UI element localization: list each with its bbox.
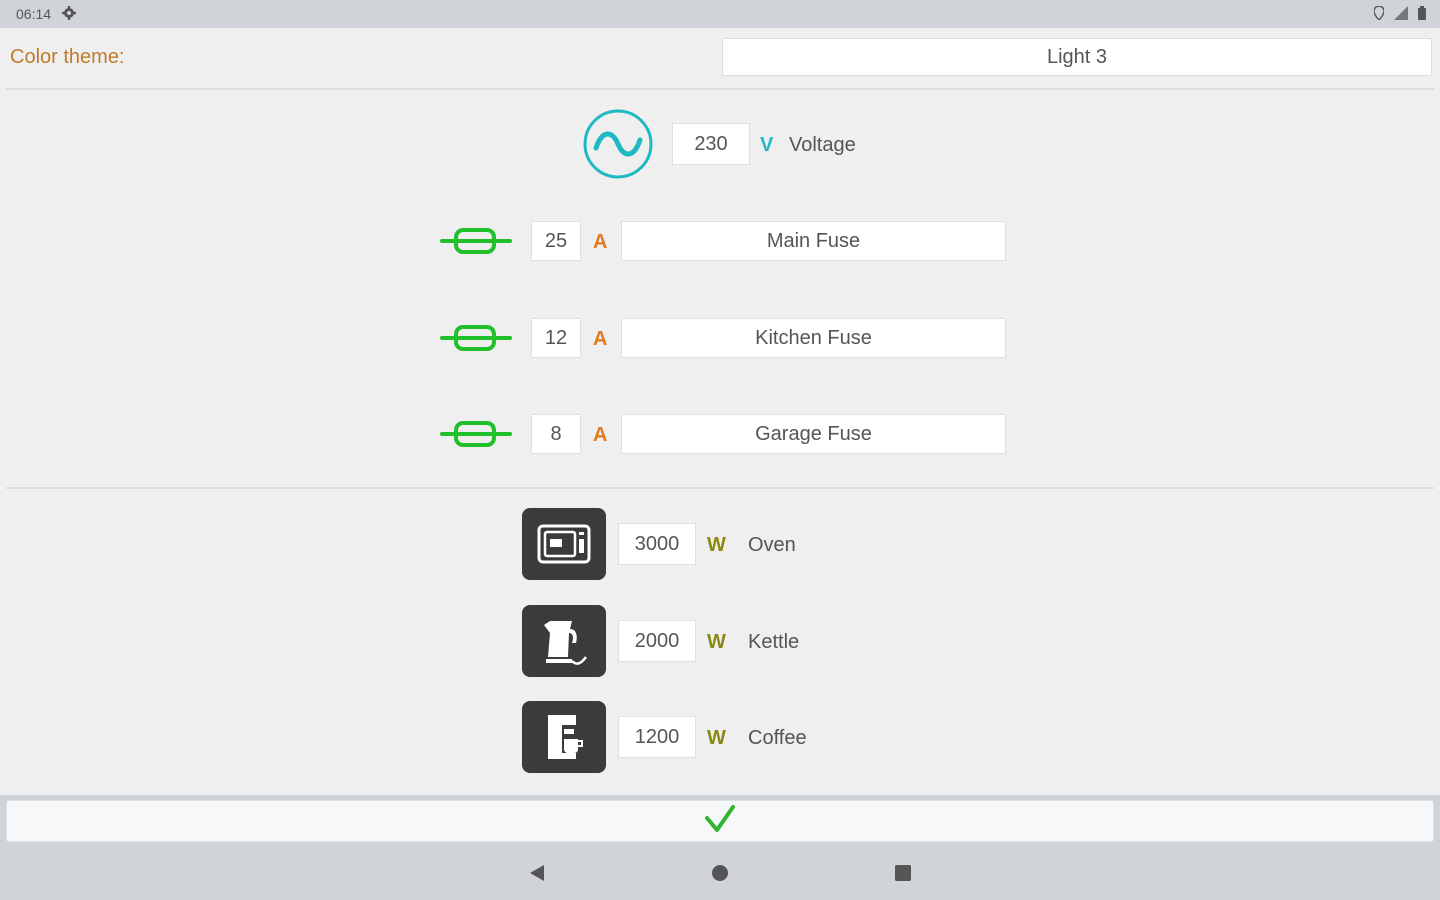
fuse-name-input[interactable]: Main Fuse [621, 221, 1006, 261]
coffee-maker-icon [522, 701, 606, 773]
appliance-name: Oven [748, 534, 796, 556]
divider [6, 88, 1434, 90]
navigation-bar [0, 846, 1440, 900]
location-icon [1373, 4, 1385, 23]
fuse-amps-input[interactable]: 25 [531, 221, 581, 261]
fuse-amps-input[interactable]: 12 [531, 318, 581, 358]
settings-gear-icon [61, 5, 77, 24]
appliance-watts-input[interactable]: 2000 [618, 620, 696, 662]
oven-icon [522, 508, 606, 580]
voltage-unit: V [760, 134, 774, 156]
fuse-row: 8 A Garage Fuse [0, 414, 1440, 454]
signal-icon [1394, 5, 1408, 23]
appliance-name: Coffee [748, 727, 807, 749]
voltage-row: 230 V Voltage [0, 108, 1440, 180]
ac-sine-wave-icon [582, 108, 654, 180]
kettle-icon [522, 605, 606, 677]
watt-unit: W [707, 727, 726, 749]
appliance-row: 3000 W Oven [0, 508, 1440, 580]
fuse-icon [440, 420, 512, 448]
back-icon[interactable] [526, 862, 548, 884]
appliance-name: Kettle [748, 631, 800, 653]
appliance-watts-input[interactable]: 3000 [618, 523, 696, 565]
color-theme-selector[interactable]: Light 3 [722, 38, 1432, 76]
status-time: 06:14 [16, 6, 52, 22]
fuse-icon [440, 324, 512, 352]
voltage-label: Voltage [789, 134, 856, 156]
fuse-unit: A [593, 328, 608, 350]
battery-icon [1418, 5, 1426, 23]
divider [6, 487, 1434, 489]
watt-unit: W [707, 631, 726, 653]
fuse-name-input[interactable]: Garage Fuse [621, 414, 1006, 454]
appliance-watts-input[interactable]: 1200 [618, 716, 696, 758]
appliance-row: 1200 W Coffee [0, 701, 1440, 773]
fuse-name-input[interactable]: Kitchen Fuse [621, 318, 1006, 358]
status-bar: 06:14 [0, 0, 1440, 28]
recents-icon[interactable] [892, 862, 914, 884]
fuse-amps-input[interactable]: 8 [531, 414, 581, 454]
voltage-input[interactable]: 230 [672, 123, 750, 165]
fuse-unit: A [593, 424, 608, 446]
confirm-button[interactable] [6, 800, 1434, 842]
fuse-icon [440, 227, 512, 255]
color-theme-label: Color theme: [10, 46, 125, 68]
color-theme-row: Color theme: Light 3 [0, 28, 1440, 88]
watt-unit: W [707, 534, 726, 556]
appliance-row: 2000 W Kettle [0, 605, 1440, 677]
fuse-row: 25 A Main Fuse [0, 221, 1440, 261]
fuse-row: 12 A Kitchen Fuse [0, 318, 1440, 358]
fuse-unit: A [593, 231, 608, 253]
checkmark-icon [704, 804, 736, 839]
home-icon[interactable] [709, 862, 731, 884]
